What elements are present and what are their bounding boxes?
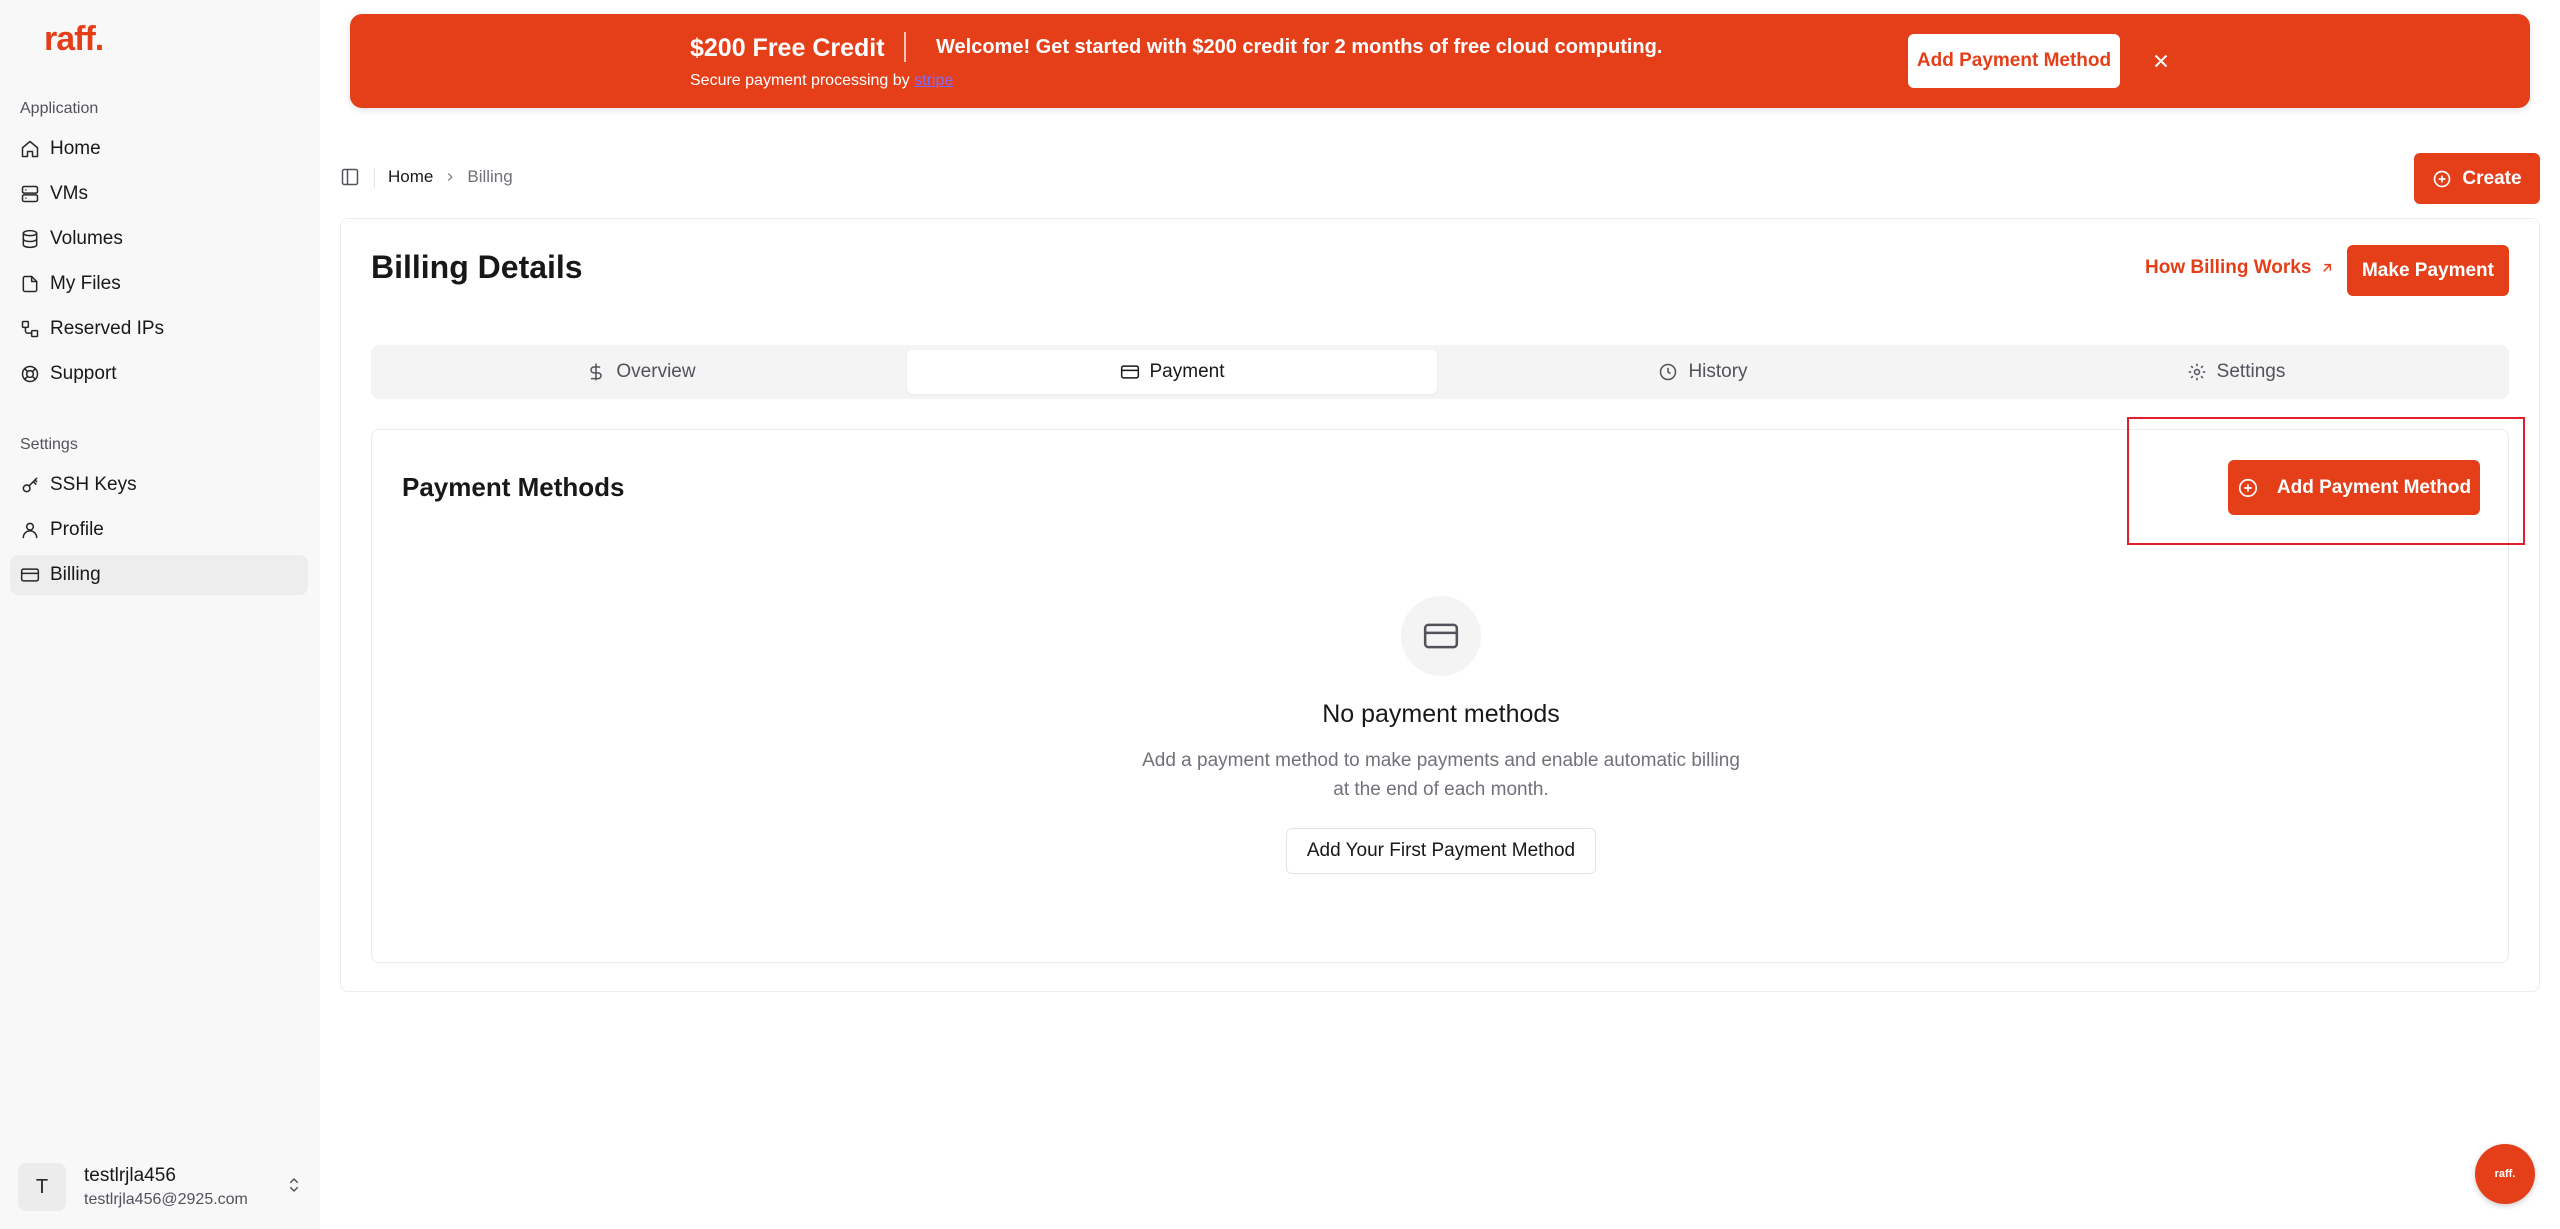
key-icon (20, 475, 40, 495)
sidebar-toggle-icon[interactable] (340, 167, 360, 187)
sidebar-item-label: Support (50, 363, 117, 384)
tab-label: Payment (1149, 361, 1225, 382)
header-divider (374, 168, 375, 188)
create-button-label: Create (2462, 167, 2522, 189)
breadcrumb-current: Billing (467, 167, 513, 186)
sidebar-item-label: Home (50, 138, 101, 159)
sidebar-item-label: VMs (50, 183, 88, 204)
lifebuoy-icon (20, 364, 40, 384)
breadcrumb-home[interactable]: Home (388, 167, 433, 187)
tab-label: Settings (2216, 361, 2286, 382)
network-icon (20, 319, 40, 339)
user-icon (20, 520, 40, 540)
server-icon (20, 184, 40, 204)
billing-tabs: Overview Payment History Settings (371, 345, 2509, 399)
sidebar-item-label: Volumes (50, 228, 123, 249)
sidebar-item-label: Reserved IPs (50, 318, 165, 339)
highlight-box (2127, 417, 2525, 545)
credit-card-icon (1120, 365, 1139, 379)
clock-icon (1660, 363, 1677, 381)
nav-group-label-settings: Settings (20, 436, 78, 453)
plus-circle-icon (2434, 170, 2451, 187)
sidebar-item-label: Billing (50, 564, 101, 585)
sidebar-item-home[interactable]: Home (10, 129, 308, 169)
empty-state-description: Add a payment method to make payments an… (1142, 750, 1740, 800)
make-payment-button[interactable]: Make Payment (2347, 245, 2509, 296)
chat-launcher-button[interactable]: raff. (2475, 1144, 2535, 1204)
user-email: testlrjla456@2925.com (84, 1191, 248, 1208)
banner-title: $200 Free Credit (690, 34, 885, 62)
page-title: Billing Details (371, 249, 583, 285)
chevron-right-icon (443, 170, 457, 184)
sidebar-item-reserved-ips[interactable]: Reserved IPs (10, 309, 308, 349)
sidebar-item-vms[interactable]: VMs (10, 174, 308, 214)
nav-group-label-application: Application (20, 100, 99, 117)
chevrons-up-down-icon (285, 1176, 303, 1199)
credit-card-icon (20, 565, 40, 585)
user-info: testlrjla456 testlrjla456@2925.com (84, 1165, 285, 1209)
tab-overview[interactable]: Overview (376, 350, 906, 394)
sidebar-item-label: SSH Keys (50, 474, 137, 495)
banner-subtitle-text: Secure payment processing by (690, 72, 910, 89)
arrow-up-right-icon (2323, 263, 2332, 272)
breadcrumb: Home Billing (388, 167, 513, 187)
create-button[interactable]: Create (2414, 153, 2540, 204)
dollar-icon (590, 363, 603, 381)
sidebar-item-ssh-keys[interactable]: SSH Keys (10, 465, 308, 505)
sidebar-item-volumes[interactable]: Volumes (10, 219, 308, 259)
banner-add-payment-button[interactable]: Add Payment Method (1908, 34, 2120, 88)
how-billing-works-label: How Billing Works (2145, 257, 2312, 278)
stripe-link[interactable]: stripe (914, 72, 953, 89)
banner-divider (904, 32, 906, 62)
sidebar-item-profile[interactable]: Profile (10, 510, 308, 550)
payment-methods-title: Payment Methods (402, 472, 625, 502)
billing-card: Billing Details How Billing Works Make P… (340, 218, 2540, 992)
avatar: T (18, 1163, 66, 1211)
tab-label: History (1688, 361, 1748, 382)
user-menu[interactable]: T testlrjla456 testlrjla456@2925.com (18, 1162, 303, 1212)
home-icon (20, 139, 40, 159)
sidebar-item-my-files[interactable]: My Files (10, 264, 308, 304)
file-icon (20, 274, 40, 294)
how-billing-works-link[interactable]: How Billing Works (2145, 257, 2335, 279)
tab-settings[interactable]: Settings (1971, 350, 2501, 394)
logo[interactable]: raff. (44, 20, 104, 59)
tab-history[interactable]: History (1438, 350, 1968, 394)
sidebar-item-support[interactable]: Support (10, 354, 308, 394)
close-icon[interactable] (2150, 50, 2172, 72)
empty-state-title: No payment methods (1322, 700, 1560, 728)
tab-payment[interactable]: Payment (907, 350, 1437, 394)
credit-card-icon (1401, 596, 1481, 676)
sidebar-item-label: My Files (50, 273, 121, 294)
sidebar: raff. Application Home VMs Volumes My Fi… (0, 0, 320, 1229)
banner-message: Welcome! Get started with $200 credit fo… (936, 36, 1663, 58)
user-name: testlrjla456 (84, 1165, 176, 1186)
add-first-payment-method-button[interactable]: Add Your First Payment Method (1286, 828, 1596, 874)
sidebar-item-billing[interactable]: Billing (10, 555, 308, 595)
database-icon (20, 229, 40, 249)
banner-subtitle: Secure payment processing by stripe (690, 72, 953, 90)
promo-banner: $200 Free Credit Secure payment processi… (350, 14, 2530, 108)
gear-icon (2188, 363, 2206, 381)
tab-label: Overview (616, 361, 696, 382)
sidebar-item-label: Profile (50, 519, 104, 540)
